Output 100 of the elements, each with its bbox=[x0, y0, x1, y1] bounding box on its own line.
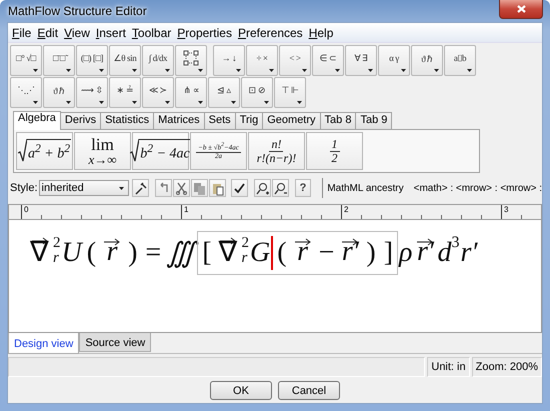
palette-button[interactable]: □̄ □̃ bbox=[43, 45, 75, 76]
palette-button[interactable]: < > bbox=[279, 45, 311, 76]
tab[interactable]: Tab 9 bbox=[355, 112, 392, 129]
palette-button[interactable]: ∗ ≟ bbox=[109, 77, 141, 108]
ancestry-label: MathML ancestry bbox=[327, 182, 404, 194]
ruler-label: 2 bbox=[341, 205, 501, 219]
menu-item[interactable]: Insert bbox=[92, 26, 129, 40]
radical-sign-icon bbox=[130, 139, 140, 163]
close-button[interactable] bbox=[499, 0, 543, 18]
menu-item[interactable]: View bbox=[61, 26, 93, 40]
math-symbol: d bbox=[437, 237, 452, 269]
palette-button[interactable]: ⊡ ⊘ bbox=[241, 77, 273, 108]
caret-icon bbox=[132, 69, 137, 72]
palette-button[interactable]: □° √□ bbox=[10, 45, 42, 76]
palette-button[interactable]: (□) [□] bbox=[76, 45, 108, 76]
template-button[interactable]: b$^{2}$ − 4ac bbox=[132, 132, 189, 170]
view-tab[interactable]: Source view bbox=[79, 333, 152, 352]
math-symbol: ∭ bbox=[166, 237, 196, 270]
tab[interactable]: Tab 8 bbox=[320, 112, 356, 129]
zoom-in-button[interactable] bbox=[254, 179, 271, 197]
math-operator: ( bbox=[86, 237, 96, 269]
view-tab[interactable]: Design view bbox=[8, 333, 80, 354]
vector-symbol: r bbox=[103, 238, 122, 268]
menu-item[interactable]: Properties bbox=[174, 26, 235, 40]
vector-symbol: r′ bbox=[341, 238, 360, 268]
math-operator: ] bbox=[384, 237, 394, 269]
paste-button[interactable] bbox=[208, 179, 226, 197]
menu-item[interactable]: File bbox=[9, 26, 34, 40]
palette-button[interactable]: α γ bbox=[378, 45, 410, 76]
menu-item[interactable]: Help bbox=[306, 26, 336, 40]
ancestry-path: <math> : <mrow> : <mrow> : bbox=[414, 182, 542, 194]
style-dropdown[interactable]: inherited bbox=[38, 180, 129, 196]
caret-icon bbox=[335, 69, 340, 72]
math-operator: ) bbox=[366, 237, 376, 269]
vector-symbol: ∇ bbox=[30, 237, 49, 269]
caret-icon bbox=[269, 69, 274, 72]
unit-status: Unit: in bbox=[427, 357, 470, 377]
caret-icon bbox=[119, 186, 124, 190]
tab[interactable]: Statistics bbox=[100, 112, 154, 129]
ruler-label: 0 bbox=[21, 205, 181, 219]
cut-button[interactable] bbox=[172, 179, 190, 197]
help-button[interactable]: ? bbox=[294, 179, 312, 197]
wrench-button[interactable] bbox=[132, 179, 149, 197]
copy-button[interactable] bbox=[190, 179, 208, 197]
palette-button[interactable]: ⊤ ⊩ bbox=[274, 77, 306, 108]
caret-icon bbox=[165, 69, 170, 72]
math-operator: [ bbox=[202, 237, 212, 269]
template-button[interactable]: a$^{2}$ + b$^{2}$ bbox=[16, 132, 73, 170]
vector-symbol: r bbox=[294, 238, 312, 268]
tab[interactable]: Matrices bbox=[153, 112, 205, 129]
checkmark-icon bbox=[232, 180, 248, 196]
template-button[interactable]: 1 2 bbox=[306, 132, 363, 170]
ruler-label: 3 bbox=[501, 205, 541, 219]
palette-button[interactable]: ⋔ ∝ bbox=[175, 77, 207, 108]
caret-icon bbox=[99, 69, 104, 72]
caret-icon bbox=[231, 101, 236, 104]
math-operator: = bbox=[145, 237, 162, 269]
menu-item[interactable]: Edit bbox=[34, 26, 62, 40]
caret-icon bbox=[165, 101, 170, 104]
palette-button[interactable]: ϑ ℏ bbox=[411, 45, 443, 76]
menu-item[interactable]: Toolbar bbox=[128, 26, 174, 40]
palette-button[interactable]: ∠θ sin bbox=[109, 45, 141, 76]
template-button[interactable]: n! r!(n−r)! bbox=[248, 132, 305, 170]
caret-icon bbox=[302, 69, 307, 72]
palette-button[interactable]: ≪ ≻ bbox=[142, 77, 174, 108]
menu-item[interactable]: Preferences bbox=[234, 26, 306, 40]
template-button[interactable]: lim x→∞ bbox=[74, 132, 131, 170]
palette-button[interactable]: ∀ ∃ bbox=[345, 45, 377, 76]
check-button[interactable] bbox=[231, 179, 248, 197]
palette-button[interactable] bbox=[175, 45, 207, 76]
undo-button[interactable] bbox=[154, 179, 172, 197]
caret-icon bbox=[99, 101, 104, 104]
tab[interactable]: Geometry bbox=[262, 112, 321, 129]
palette-button[interactable]: a⌷b bbox=[444, 45, 476, 76]
palette-button[interactable]: ⟿ ⇳ bbox=[76, 77, 108, 108]
scissors-icon bbox=[174, 180, 189, 196]
tab[interactable]: Derivs bbox=[60, 112, 102, 129]
palette-button[interactable]: ⋱⋰ bbox=[10, 77, 42, 108]
palette-button[interactable]: → ↓ bbox=[213, 45, 245, 76]
caret-icon bbox=[368, 69, 373, 72]
tab[interactable]: Algebra bbox=[13, 111, 61, 130]
math-symbol: ρ bbox=[399, 237, 412, 269]
palette-button[interactable]: ÷ × bbox=[246, 45, 278, 76]
palette-button[interactable]: ϑ ℏ bbox=[43, 77, 75, 108]
palette-button[interactable]: ⊴ ▵ bbox=[208, 77, 240, 108]
tab[interactable]: Sets bbox=[204, 112, 236, 129]
vector-arrow-icon bbox=[294, 238, 312, 246]
caret-icon bbox=[33, 101, 38, 104]
superscript: 2 bbox=[53, 236, 60, 251]
tab[interactable]: Trig bbox=[234, 112, 264, 129]
palette-button[interactable]: ∫ d/dx bbox=[142, 45, 174, 76]
matrix-icon bbox=[183, 50, 199, 66]
caret-icon bbox=[264, 101, 269, 104]
caret-icon bbox=[401, 69, 406, 72]
ok-button[interactable]: OK bbox=[210, 381, 272, 400]
cancel-button[interactable]: Cancel bbox=[278, 381, 340, 400]
palette-button[interactable]: ∈ ⊂ bbox=[312, 45, 344, 76]
vector-symbol: r′ bbox=[416, 238, 434, 268]
vector-arrow-icon bbox=[103, 238, 122, 246]
zoom-out-button[interactable] bbox=[272, 179, 289, 197]
